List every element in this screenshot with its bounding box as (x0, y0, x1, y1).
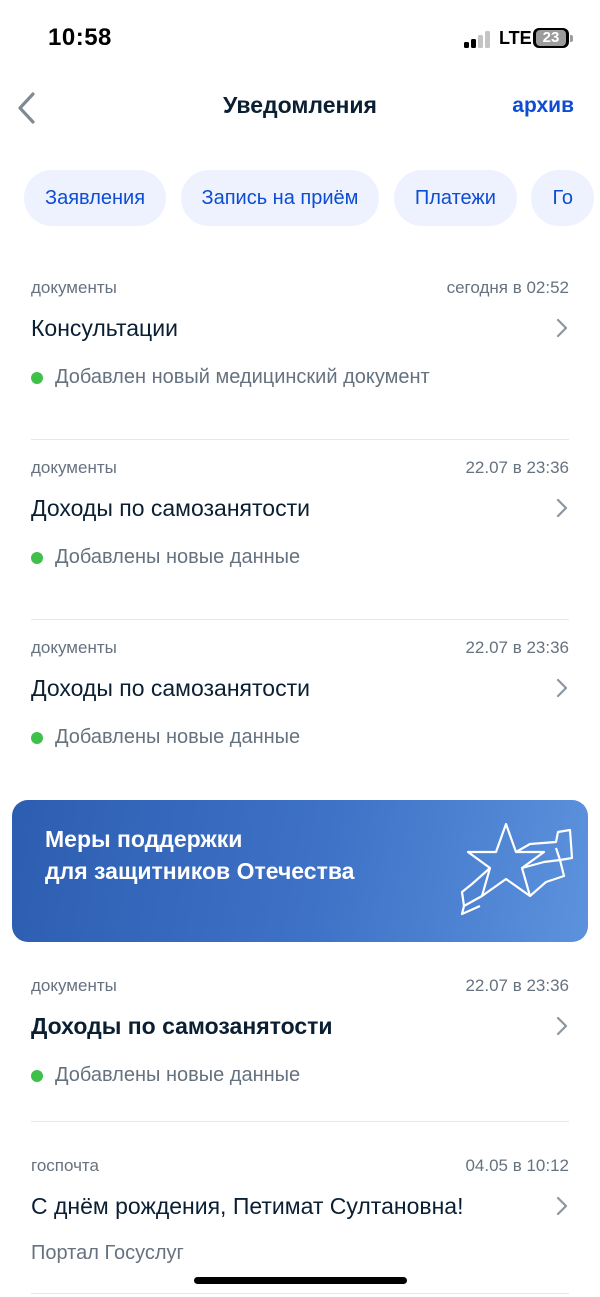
network-type: LTE (499, 28, 532, 48)
notification-category: документы (31, 976, 117, 995)
notification-status: Добавлены новые данные (31, 1064, 300, 1087)
chevron-right-icon (556, 498, 568, 518)
star-icon (460, 822, 574, 916)
status-dot-icon (31, 731, 43, 744)
notification-source: Портал Госуслуг (31, 1242, 184, 1264)
notification-item[interactable]: госпочта 04.05 в 10:12 С днём рождения, … (31, 1122, 569, 1294)
notification-item[interactable]: документы 22.07 в 23:36 Доходы по самоза… (31, 440, 569, 620)
chip-appointment[interactable]: Запись на приём (180, 170, 380, 226)
notification-title: Доходы по самозанятости (31, 1013, 333, 1039)
filter-chips: Заявления Запись на приём Платежи Го (24, 170, 600, 226)
notification-status-text: Добавлен новый медицинский документ (55, 366, 430, 388)
notification-title: Доходы по самозанятости (31, 495, 310, 521)
chevron-right-icon (556, 678, 568, 698)
chip-applications[interactable]: Заявления (24, 170, 167, 226)
status-dot-icon (31, 551, 43, 564)
notification-title: Доходы по самозанятости (31, 675, 310, 701)
notification-status: Добавлен новый медицинский документ (31, 366, 430, 389)
notification-item[interactable]: документы сегодня в 02:52 Консультации Д… (31, 260, 569, 440)
status-dot-icon (31, 371, 43, 384)
notification-status-text: Добавлены новые данные (55, 1064, 301, 1086)
status-time: 10:58 (48, 24, 112, 51)
chevron-right-icon (556, 1016, 568, 1036)
battery-icon: 23 (533, 28, 569, 48)
cellular-signal-icon (464, 30, 494, 48)
archive-link[interactable]: архив (512, 94, 574, 118)
banner-title-line2: для защитников Отечества (45, 858, 355, 884)
notification-item[interactable]: документы 22.07 в 23:36 Доходы по самоза… (31, 620, 569, 796)
notification-status: Добавлены новые данные (31, 546, 300, 569)
nav-header: Уведомления архив (0, 80, 600, 136)
status-bar: 10:58 LTE 23 (0, 0, 600, 76)
notification-category: госпочта (31, 1156, 99, 1175)
chip-gov[interactable]: Го (531, 170, 595, 226)
notification-status-text: Добавлены новые данные (55, 546, 301, 568)
notification-date: 22.07 в 23:36 (465, 976, 569, 995)
notification-date: 04.05 в 10:12 (465, 1156, 569, 1175)
chip-payments[interactable]: Платежи (393, 170, 517, 226)
battery-tip (570, 35, 573, 42)
battery-level: 23 (542, 29, 560, 46)
home-indicator (194, 1277, 407, 1284)
status-dot-icon (31, 1069, 43, 1082)
banner-title-line1: Меры поддержки (45, 826, 243, 852)
notification-title: Консультации (31, 315, 178, 341)
chevron-right-icon (556, 318, 568, 338)
notification-status-text: Добавлены новые данные (55, 726, 301, 748)
notification-date: 22.07 в 23:36 (465, 458, 569, 477)
page-title: Уведомления (223, 92, 377, 118)
notification-list: документы сегодня в 02:52 Консультации Д… (0, 260, 600, 1294)
notification-category: документы (31, 458, 117, 477)
notification-category: документы (31, 638, 117, 657)
notification-status: Добавлены новые данные (31, 726, 300, 749)
notification-date: сегодня в 02:52 (446, 278, 569, 297)
notification-item[interactable]: документы 22.07 в 23:36 Доходы по самоза… (31, 942, 569, 1122)
notification-category: документы (31, 278, 117, 297)
chevron-right-icon (556, 1196, 568, 1216)
notification-title: С днём рождения, Петимат Султановна! (31, 1193, 464, 1219)
notification-date: 22.07 в 23:36 (465, 638, 569, 657)
promo-banner[interactable]: Меры поддержки для защитников Отечества (12, 800, 588, 942)
